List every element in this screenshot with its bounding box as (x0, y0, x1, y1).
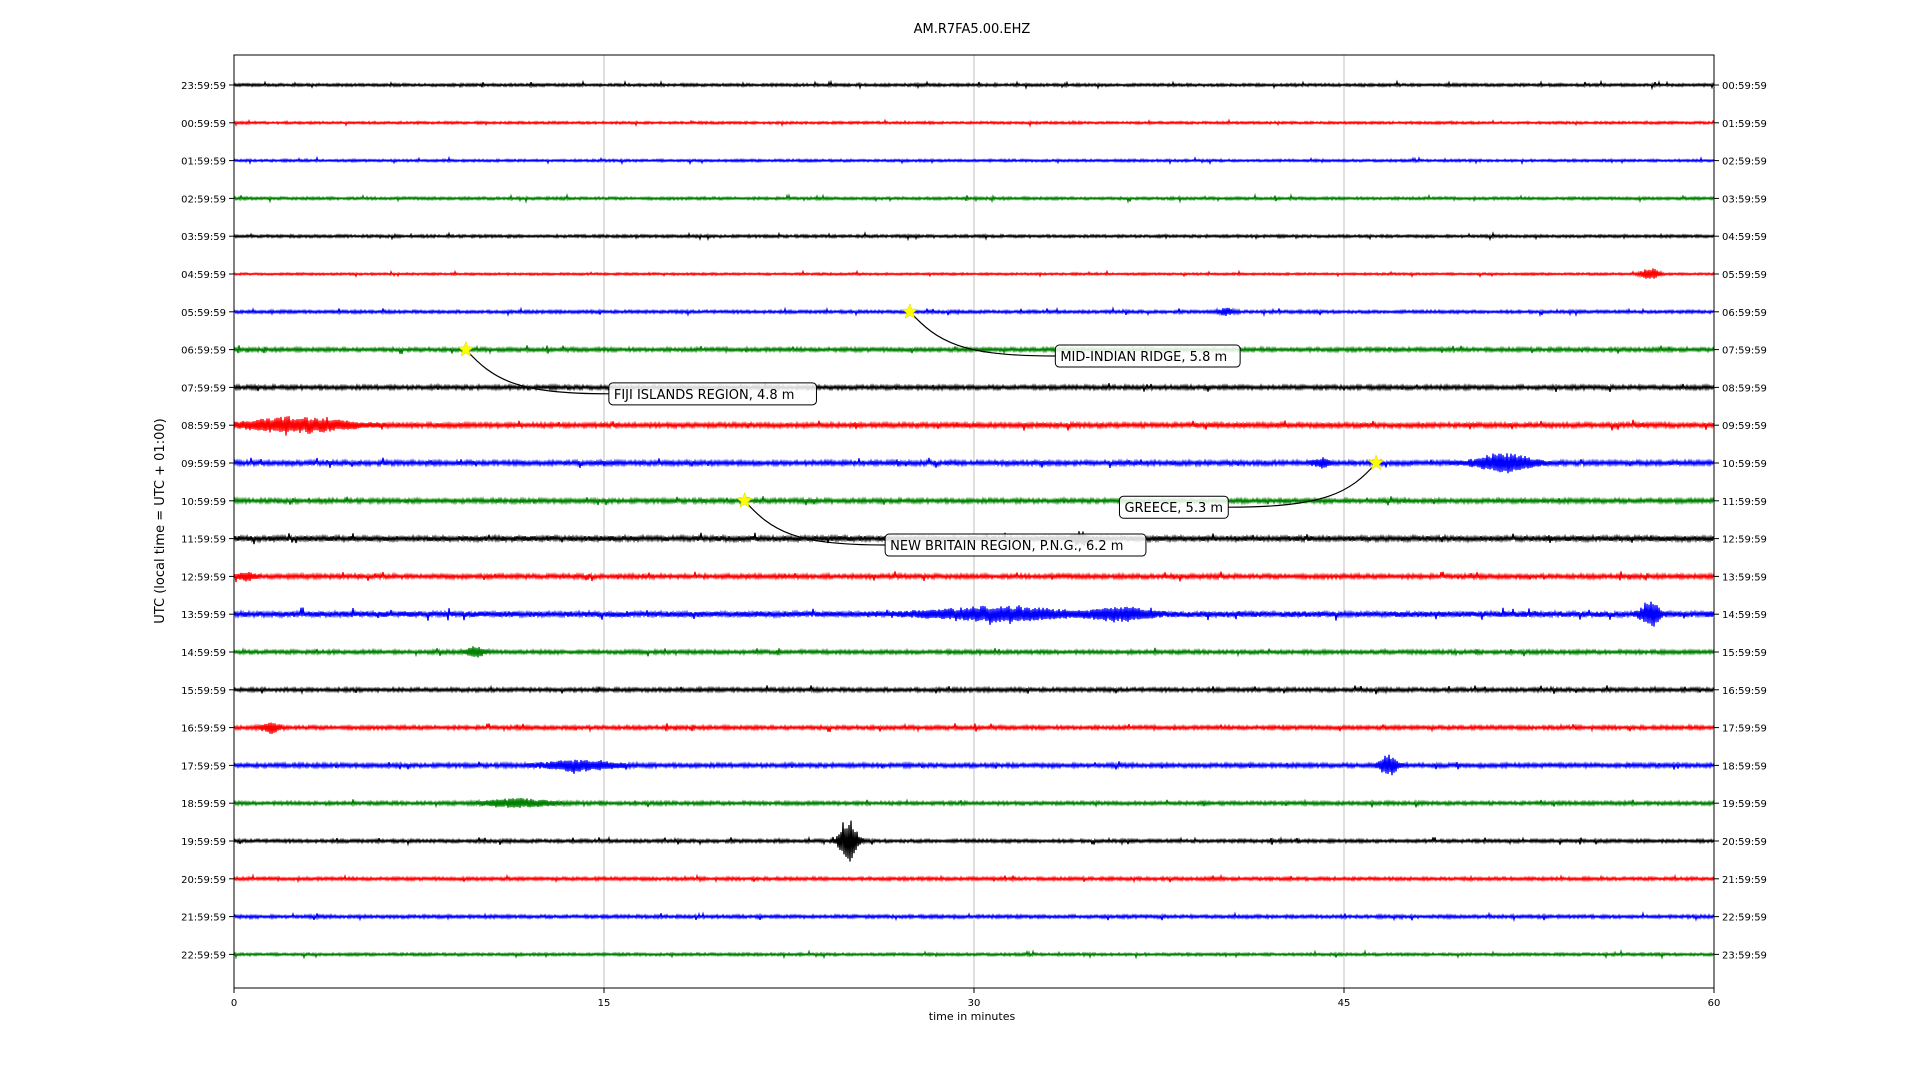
y-tick-label-left: 04:59:59 (181, 270, 226, 281)
y-tick-label-right: 15:59:59 (1722, 648, 1767, 659)
y-tick-label-left: 01:59:59 (181, 157, 226, 168)
y-tick-label-right: 21:59:59 (1722, 875, 1767, 886)
x-tick-label: 30 (968, 998, 981, 1009)
y-tick-label-left: 03:59:59 (181, 232, 226, 243)
y-tick-label-right: 13:59:59 (1722, 572, 1767, 583)
event-label: NEW BRITAIN REGION, P.N.G., 6.2 m (890, 539, 1123, 554)
y-tick-label-left: 05:59:59 (181, 308, 226, 319)
y-tick-label-left: 18:59:59 (181, 799, 226, 810)
y-tick-label-left: 23:59:59 (181, 81, 226, 92)
x-tick-label: 15 (598, 998, 611, 1009)
event-star-marker (1367, 454, 1385, 471)
y-tick-label-right: 20:59:59 (1722, 837, 1767, 848)
y-tick-label-right: 12:59:59 (1722, 535, 1767, 546)
y-tick-label-right: 10:59:59 (1722, 459, 1767, 470)
y-tick-label-left: 00:59:59 (181, 119, 226, 130)
y-tick-label-left: 12:59:59 (181, 572, 226, 583)
y-tick-label-right: 16:59:59 (1722, 686, 1767, 697)
y-tick-label-left: 17:59:59 (181, 761, 226, 772)
event-star-marker (901, 303, 919, 319)
y-tick-label-left: 06:59:59 (181, 346, 226, 357)
chart-svg: AM.R7FA5.00.EHZ time in minutes UTC (loc… (153, 22, 1767, 1023)
y-tick-label-left: 07:59:59 (181, 383, 226, 394)
event-star-marker (457, 340, 475, 357)
y-tick-label-left: 13:59:59 (181, 610, 226, 621)
y-tick-label-right: 05:59:59 (1722, 270, 1767, 281)
y-axis-label: UTC (local time = UTC + 01:00) (153, 418, 168, 623)
y-tick-label-right: 03:59:59 (1722, 194, 1767, 205)
y-tick-label-right: 04:59:59 (1722, 232, 1767, 243)
y-tick-label-right: 07:59:59 (1722, 346, 1767, 357)
y-tick-label-right: 08:59:59 (1722, 383, 1767, 394)
y-tick-label-right: 19:59:59 (1722, 799, 1767, 810)
y-tick-label-right: 00:59:59 (1722, 81, 1767, 92)
annotation-layer: MID-INDIAN RIDGE, 5.8 m FIJI ISLANDS REGI… (457, 303, 1385, 557)
x-axis-label: time in minutes (929, 1010, 1016, 1023)
y-tick-label-left: 20:59:59 (181, 875, 226, 886)
y-tick-label-left: 16:59:59 (181, 724, 226, 735)
y-tick-label-right: 09:59:59 (1722, 421, 1767, 432)
y-tick-label-right: 02:59:59 (1722, 157, 1767, 168)
y-tick-label-left: 21:59:59 (181, 913, 226, 924)
y-tick-label-left: 02:59:59 (181, 194, 226, 205)
y-tick-label-left: 11:59:59 (181, 535, 226, 546)
helicorder-chart: AM.R7FA5.00.EHZ time in minutes UTC (loc… (0, 0, 1920, 1080)
x-tick-label: 60 (1708, 998, 1721, 1009)
y-tick-label-left: 09:59:59 (181, 459, 226, 470)
y-tick-label-right: 22:59:59 (1722, 913, 1767, 924)
event-star-marker (736, 492, 753, 508)
grid-layer (603, 55, 1345, 988)
event-label: FIJI ISLANDS REGION, 4.8 m (614, 388, 795, 403)
y-tick-label-right: 23:59:59 (1722, 950, 1767, 961)
y-tick-label-right: 17:59:59 (1722, 724, 1767, 735)
y-tick-label-right: 01:59:59 (1722, 119, 1767, 130)
chart-title: AM.R7FA5.00.EHZ (914, 22, 1031, 37)
y-tick-label-right: 06:59:59 (1722, 308, 1767, 319)
y-tick-label-left: 15:59:59 (181, 686, 226, 697)
y-tick-label-left: 14:59:59 (181, 648, 226, 659)
y-tick-label-left: 22:59:59 (181, 950, 226, 961)
y-tick-label-right: 11:59:59 (1722, 497, 1767, 508)
x-tick-label: 0 (231, 998, 237, 1009)
event-label: MID-INDIAN RIDGE, 5.8 m (1060, 350, 1227, 365)
y-tick-label-left: 10:59:59 (181, 497, 226, 508)
x-tick-label: 45 (1338, 998, 1351, 1009)
y-tick-label-left: 19:59:59 (181, 837, 226, 848)
y-tick-label-left: 08:59:59 (181, 421, 226, 432)
y-tick-label-right: 14:59:59 (1722, 610, 1767, 621)
event-label: GREECE, 5.3 m (1124, 501, 1223, 516)
y-tick-label-right: 18:59:59 (1722, 761, 1767, 772)
